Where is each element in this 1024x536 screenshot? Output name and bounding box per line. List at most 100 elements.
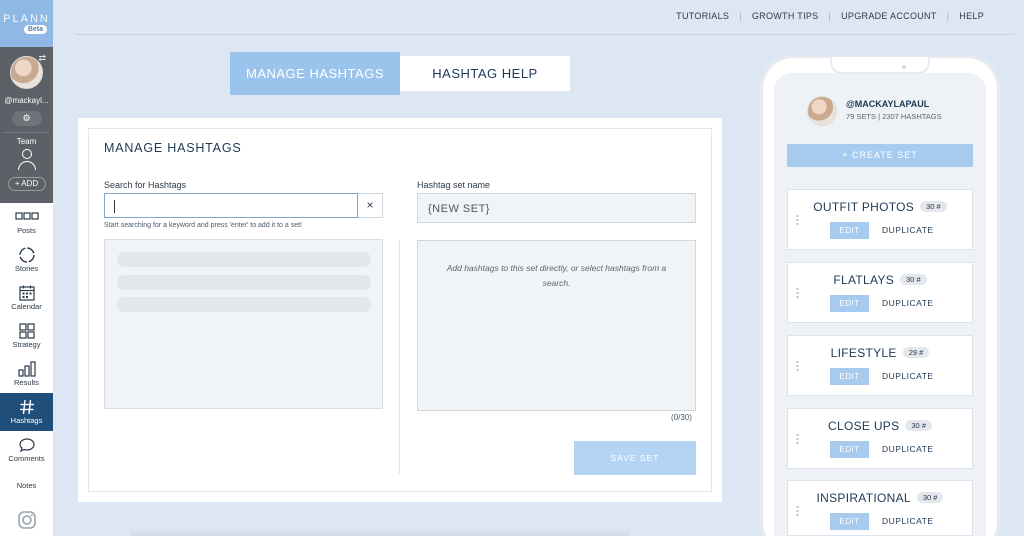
sidebar-item-label: Stories bbox=[14, 264, 39, 273]
hashtag-count: (0/30) bbox=[671, 413, 692, 422]
page-title: MANAGE HASHTAGS bbox=[104, 141, 242, 155]
search-label: Search for Hashtags bbox=[104, 180, 187, 190]
drag-handle-icon[interactable] bbox=[796, 433, 799, 445]
settings-button[interactable]: ⚙ bbox=[11, 111, 42, 126]
sidebar-item-hashtags[interactable]: Hashtags bbox=[0, 393, 53, 431]
comment-icon bbox=[0, 436, 53, 454]
stories-ring-icon bbox=[0, 246, 53, 264]
hashtag-set-card: CLOSE UPS 30 # EDIT DUPLICATE bbox=[787, 408, 973, 469]
set-name-label: Hashtag set name bbox=[417, 180, 491, 190]
create-set-button[interactable]: + CREATE SET bbox=[787, 144, 973, 167]
profile-stats: 79 SETS | 2307 HASHTAGS bbox=[846, 112, 942, 121]
search-hint: Start searching for a keyword and press … bbox=[104, 222, 302, 229]
profile-handle: @MACKAYLAPAUL bbox=[846, 99, 930, 109]
set-title: CLOSE UPS bbox=[828, 419, 900, 433]
sidebar-item-notes[interactable]: Notes bbox=[0, 469, 53, 507]
duplicate-set-button[interactable]: DUPLICATE bbox=[882, 295, 934, 312]
page-shadow bbox=[130, 528, 630, 536]
grid-icon bbox=[0, 208, 53, 226]
edit-set-button[interactable]: EDIT bbox=[830, 295, 869, 312]
duplicate-set-button[interactable]: DUPLICATE bbox=[882, 513, 934, 530]
sidebar-item-calendar[interactable]: Calendar bbox=[0, 279, 53, 317]
drag-handle-icon[interactable] bbox=[796, 287, 799, 299]
set-count-badge: 30 # bbox=[916, 492, 944, 503]
duplicate-set-button[interactable]: DUPLICATE bbox=[882, 368, 934, 385]
sidebar-item-label: Hashtags bbox=[10, 416, 43, 425]
set-count-badge: 30 # bbox=[920, 201, 947, 212]
logo-text: PLANN bbox=[3, 13, 50, 25]
strategy-icon bbox=[0, 322, 53, 340]
instagram-icon bbox=[0, 511, 53, 529]
avatar bbox=[807, 96, 837, 126]
sidebar-item-label: Comments bbox=[8, 454, 45, 463]
top-nav: TUTORIALS | GROWTH TIPS | UPGRADE ACCOUN… bbox=[666, 11, 994, 21]
edit-set-button[interactable]: EDIT bbox=[830, 222, 869, 239]
set-name-input[interactable]: {NEW SET} bbox=[417, 193, 696, 223]
set-title: LIFESTYLE bbox=[830, 346, 897, 360]
tab-manage-hashtags[interactable]: MANAGE HASHTAGS bbox=[230, 52, 400, 95]
hashtag-set-textarea[interactable]: Add hashtags to this set directly, or se… bbox=[417, 240, 696, 411]
set-placeholder: Add hashtags to this set directly, or se… bbox=[446, 263, 667, 288]
loading-placeholder bbox=[117, 252, 371, 267]
add-team-button[interactable]: + ADD bbox=[7, 177, 46, 191]
account-panel: ⇄ @mackayl... ⚙ Team + ADD bbox=[0, 47, 53, 203]
sidebar-item-instagram[interactable] bbox=[0, 507, 53, 536]
save-set-button[interactable]: SAVE SET bbox=[574, 441, 696, 475]
brand-logo[interactable]: PLANN Beta bbox=[0, 0, 53, 47]
calendar-icon bbox=[0, 284, 53, 302]
switch-account-icon[interactable]: ⇄ bbox=[38, 53, 46, 64]
beta-badge: Beta bbox=[23, 25, 47, 34]
sidebar: PLANN Beta ⇄ @mackayl... ⚙ Team + ADD Po… bbox=[0, 0, 53, 536]
set-count-badge: 30 # bbox=[905, 420, 932, 431]
set-title: INSPIRATIONAL bbox=[816, 491, 911, 505]
set-title: FLATLAYS bbox=[833, 273, 895, 287]
tab-hashtag-help[interactable]: HASHTAG HELP bbox=[400, 56, 570, 91]
set-count-badge: 30 # bbox=[900, 274, 927, 285]
loading-placeholder bbox=[117, 297, 371, 312]
drag-handle-icon[interactable] bbox=[796, 214, 799, 226]
upgrade-account-link[interactable]: UPGRADE ACCOUNT bbox=[831, 11, 947, 21]
sidebar-item-comments[interactable]: Comments bbox=[0, 431, 53, 469]
text-cursor bbox=[114, 200, 115, 213]
divider bbox=[399, 240, 400, 474]
help-link[interactable]: HELP bbox=[949, 11, 994, 21]
account-handle: @mackayl... bbox=[4, 96, 49, 105]
hashtag-set-card: OUTFIT PHOTOS 30 # EDIT DUPLICATE bbox=[787, 189, 973, 250]
gear-icon: ⚙ bbox=[22, 113, 31, 123]
hashtag-set-card: LIFESTYLE 29 # EDIT DUPLICATE bbox=[787, 335, 973, 396]
sidebar-item-label: Calendar bbox=[11, 302, 42, 311]
sidebar-item-label: Notes bbox=[16, 481, 37, 490]
bar-chart-icon bbox=[0, 360, 53, 378]
sidebar-item-label: Results bbox=[13, 378, 39, 387]
drag-handle-icon[interactable] bbox=[796, 505, 799, 517]
team-user-icon[interactable] bbox=[16, 149, 38, 173]
set-count-badge: 29 # bbox=[902, 347, 930, 358]
growth-tips-link[interactable]: GROWTH TIPS bbox=[742, 11, 829, 21]
sidebar-item-posts[interactable]: Posts bbox=[0, 203, 53, 241]
team-label: Team bbox=[16, 137, 37, 146]
sidebar-item-stories[interactable]: Stories bbox=[0, 241, 53, 279]
edit-set-button[interactable]: EDIT bbox=[830, 441, 869, 458]
sidebar-item-label: Posts bbox=[17, 226, 36, 235]
drag-handle-icon[interactable] bbox=[796, 360, 799, 372]
divider bbox=[4, 132, 49, 133]
divider bbox=[75, 34, 1014, 35]
hashtag-set-card: FLATLAYS 30 # EDIT DUPLICATE bbox=[787, 262, 973, 323]
close-icon: × bbox=[366, 198, 374, 212]
duplicate-set-button[interactable]: DUPLICATE bbox=[882, 441, 934, 458]
duplicate-set-button[interactable]: DUPLICATE bbox=[882, 222, 934, 239]
sidebar-item-label: Strategy bbox=[12, 340, 41, 349]
search-results-list bbox=[104, 239, 383, 409]
edit-set-button[interactable]: EDIT bbox=[830, 513, 869, 530]
set-title: OUTFIT PHOTOS bbox=[813, 200, 915, 214]
sidebar-item-strategy[interactable]: Strategy bbox=[0, 317, 53, 355]
phone-notch bbox=[830, 57, 930, 74]
clear-search-button[interactable]: × bbox=[358, 193, 383, 218]
search-input[interactable] bbox=[104, 193, 358, 218]
hashtag-icon bbox=[0, 398, 53, 416]
sidebar-item-results[interactable]: Results bbox=[0, 355, 53, 393]
tutorials-link[interactable]: TUTORIALS bbox=[666, 11, 739, 21]
hashtag-set-card: INSPIRATIONAL 30 # EDIT DUPLICATE bbox=[787, 480, 973, 536]
loading-placeholder bbox=[117, 275, 371, 290]
edit-set-button[interactable]: EDIT bbox=[830, 368, 869, 385]
